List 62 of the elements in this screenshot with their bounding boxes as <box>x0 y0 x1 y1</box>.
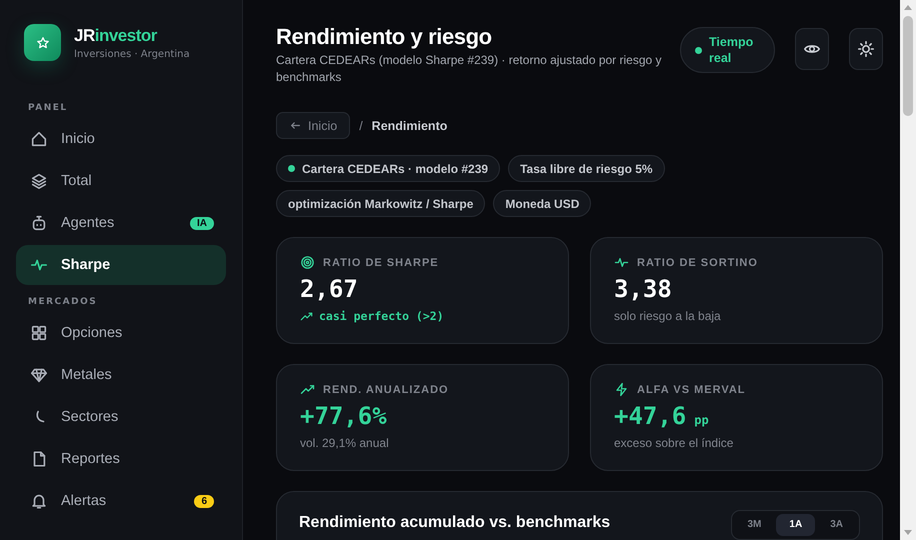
stat-label: ALFA VS MERVAL <box>637 384 746 396</box>
trend-up-icon <box>300 310 313 322</box>
stat-value: 2,67 <box>300 275 358 303</box>
section-heading: MERCADOS <box>27 297 98 307</box>
nav-item[interactable]: Reportes <box>16 439 226 479</box>
breadcrumb-separator: / <box>359 118 363 132</box>
nav-item[interactable]: Metales <box>16 355 226 395</box>
sun-icon <box>857 40 875 58</box>
grid-icon <box>30 324 48 342</box>
nav-badge: 6 <box>194 494 214 508</box>
stat-note: solo riesgo a la baja <box>614 309 721 323</box>
scroll-down-icon[interactable] <box>904 530 912 536</box>
stat-note: casi perfecto (>2) <box>319 309 444 323</box>
theme-button[interactable] <box>849 28 883 70</box>
stat-note: vol. 29,1% anual <box>300 436 389 450</box>
layers-icon <box>30 172 48 190</box>
nav-item[interactable]: Opciones <box>16 313 226 353</box>
stat-label: RATIO DE SORTINO <box>637 256 758 268</box>
nav-item[interactable]: Agentes IA <box>16 203 226 243</box>
stat-note: exceso sobre el índice <box>614 436 734 450</box>
stat-unit: pp <box>694 413 709 427</box>
stat-value: +77,6% <box>300 402 387 430</box>
live-badge[interactable]: Tiempo real <box>680 27 775 73</box>
brand-name: JRinvestor <box>74 26 158 46</box>
nav-item[interactable]: Sectores <box>16 397 226 437</box>
page-subtitle: Cartera CEDEARs (modelo Sharpe #239) · retorno ajustado por riesgo y benchmarks <box>276 52 663 86</box>
filter-tag: Tasa libre de riesgo 5% <box>508 155 665 182</box>
period-tab[interactable]: 3M <box>734 514 774 536</box>
visibility-button[interactable] <box>795 28 829 70</box>
target-icon <box>300 255 315 270</box>
filter-tag: Moneda USD <box>493 190 592 217</box>
brand-subtitle: Inversiones · Argentina <box>74 48 190 60</box>
scroll-up-icon[interactable] <box>904 4 912 10</box>
stat-value: +47,6 <box>614 402 686 430</box>
chart-title: Rendimiento acumulado vs. benchmarks <box>299 513 610 532</box>
period-tab[interactable]: 1A <box>776 514 816 536</box>
house-icon <box>30 130 48 148</box>
back-button[interactable]: Inicio <box>276 112 350 139</box>
status-dot-icon <box>288 165 295 172</box>
section-heading: PANEL <box>27 103 69 113</box>
nav-item[interactable]: Inicio <box>16 119 226 159</box>
nav-item[interactable]: Total <box>16 161 226 201</box>
period-tab[interactable]: 3A <box>817 514 856 536</box>
page-title: Rendimiento y riesgo <box>276 24 493 50</box>
pulse-icon <box>614 255 629 270</box>
status-dot-icon <box>695 46 702 54</box>
stat-label: RATIO DE SHARPE <box>323 256 439 268</box>
stat-label: REND. ANUALIZADO <box>323 384 449 396</box>
nav-badge: IA <box>190 216 214 230</box>
nav-item[interactable]: Alertas 6 <box>16 481 226 521</box>
scrollbar-thumb[interactable] <box>903 16 913 116</box>
robot-icon <box>30 214 48 232</box>
breadcrumb-current: Rendimiento <box>372 118 448 132</box>
star-icon <box>36 36 50 50</box>
trend-up-icon <box>300 382 315 397</box>
filter-tag: optimización Markowitz / Sharpe <box>276 190 486 217</box>
nav-item[interactable]: Sharpe <box>16 245 226 285</box>
lightning-icon <box>614 382 629 397</box>
diamond-icon <box>30 366 48 384</box>
filter-tag: Cartera CEDEARs · modelo #239 <box>276 155 500 182</box>
bell-icon <box>30 492 48 510</box>
stat-value: 3,38 <box>614 275 672 303</box>
